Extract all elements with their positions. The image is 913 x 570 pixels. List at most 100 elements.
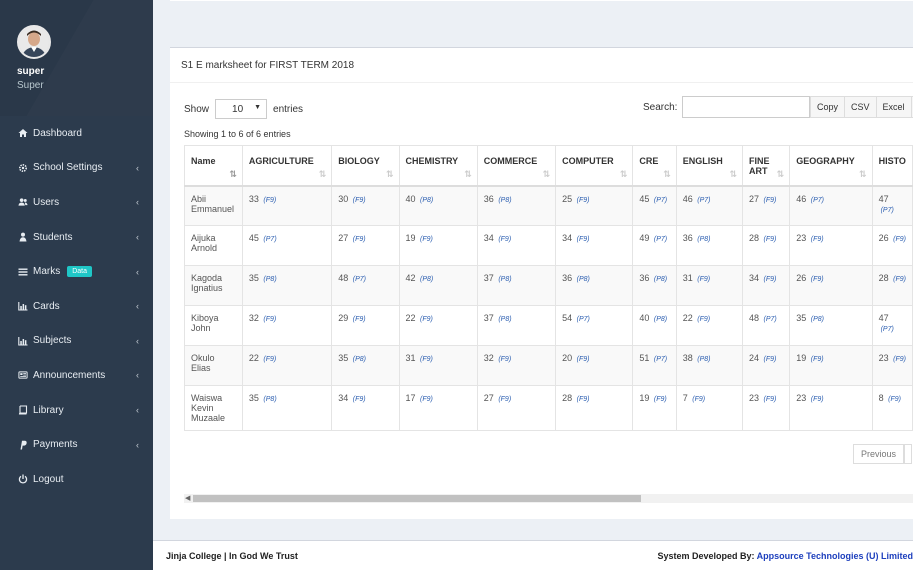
table-info: Showing 1 to 6 of 6 entries	[184, 129, 291, 139]
column-header-label: BIOLOGY	[338, 156, 380, 166]
search-input[interactable]	[682, 96, 811, 118]
mark-grade: (P7)	[576, 316, 590, 323]
mark-grade: (F9)	[763, 196, 777, 204]
sidebar-item-logout[interactable]: Logout	[0, 462, 153, 497]
table-body: Abii Emmanuel 33 (F9) 30 (F9) 40 (P8) 36 (P8…	[184, 185, 913, 431]
top-strip	[153, 0, 913, 20]
mark-score: 24	[748, 353, 759, 363]
column-header-commerce[interactable]: COMMERCE ⇅	[476, 145, 557, 186]
mark-score: 35	[248, 393, 259, 403]
sort-icon: ⇅	[859, 168, 867, 179]
mark-grade: (F9)	[810, 356, 824, 363]
csv-button[interactable]: CSV	[844, 96, 877, 118]
mark-cell: 23 (F9)	[789, 385, 873, 431]
sidebar-item-label: Announcements	[33, 369, 106, 381]
sidebar-item-label: Library	[33, 404, 64, 416]
mark-cell: 37 (P8)	[476, 265, 557, 306]
column-header-english[interactable]: ENGLISH ⇅	[675, 145, 743, 186]
mark-score: 32	[248, 313, 259, 323]
column-header-cre[interactable]: CRE ⇅	[632, 145, 677, 186]
sidebar-item-cards[interactable]: Cards ‹	[0, 289, 153, 324]
mark-score: 28	[748, 233, 759, 243]
horizontal-scrollbar[interactable]: ◀	[184, 494, 913, 503]
mark-grade: (P8)	[697, 236, 711, 243]
mark-cell: 28 (F9)	[555, 385, 634, 431]
chevron-left-icon: ‹	[136, 232, 139, 243]
sort-icon: ⇅	[619, 168, 628, 179]
mark-score: 51	[639, 353, 650, 363]
mark-cell: 22 (F9)	[675, 305, 743, 346]
footer-credit-prefix: System Developed By:	[657, 550, 757, 561]
mark-grade: (F9)	[420, 316, 433, 323]
table-row: Kiboya John 32 (F9) 29 (F9) 22 (F9) 37 (P8) 5…	[184, 305, 913, 346]
mark-score: 42	[405, 273, 416, 283]
column-header-biology[interactable]: BIOLOGY ⇅	[331, 145, 400, 186]
student-name: Abii Emmanuel	[184, 185, 243, 226]
column-header-chemistry[interactable]: CHEMISTRY ⇅	[398, 145, 478, 186]
copy-button[interactable]: Copy	[810, 96, 846, 118]
column-header-histo[interactable]: HISTO	[871, 145, 913, 186]
student-icon	[18, 232, 28, 242]
sidebar-item-label: Users	[33, 196, 60, 208]
column-header-computer[interactable]: COMPUTER ⇅	[555, 145, 634, 186]
mark-score: 30	[338, 193, 349, 204]
next-button-partial[interactable]	[904, 444, 913, 464]
mark-score: 36	[562, 273, 573, 283]
footer-company-link[interactable]: Appsource Technologies (U) Limited	[757, 551, 913, 561]
mark-grade: (P8)	[653, 276, 668, 283]
column-header-fine-art[interactable]: FINE ART ⇅	[741, 145, 791, 186]
user-panel: super Super	[0, 0, 153, 116]
user-name: super	[17, 66, 45, 77]
mark-cell: 34 (F9)	[331, 385, 400, 431]
sidebar-item-school-settings[interactable]: School Settings ‹	[0, 151, 153, 186]
previous-button[interactable]: Previous	[853, 444, 905, 464]
scroll-left-icon[interactable]: ◀	[185, 494, 190, 502]
sort-icon: ⇅	[729, 168, 737, 179]
mark-cell: 31 (F9)	[398, 345, 478, 386]
sidebar-item-users[interactable]: Users ‹	[0, 185, 153, 220]
sidebar-item-subjects[interactable]: Subjects ‹	[0, 324, 153, 359]
mark-cell: 26 (F9)	[871, 225, 913, 266]
mark-grade: (F9)	[576, 396, 590, 403]
column-header-name[interactable]: Name ⇅	[184, 145, 243, 186]
mark-grade: (P8)	[498, 276, 512, 283]
entries-select[interactable]: 10 ▼	[215, 99, 268, 119]
column-header-geography[interactable]: GEOGRAPHY ⇅	[789, 145, 873, 186]
sidebar-item-label: Subjects	[33, 335, 72, 347]
mark-grade: (P8)	[420, 276, 434, 283]
sidebar-item-announcements[interactable]: Announcements ‹	[0, 358, 153, 393]
caret-down-icon: ▼	[254, 104, 262, 111]
mark-grade: (F9)	[763, 236, 777, 243]
mark-cell: 28 (F9)	[741, 225, 791, 266]
chevron-left-icon: ‹	[136, 301, 139, 312]
mark-cell: 29 (F9)	[331, 305, 400, 346]
mark-score: 45	[639, 193, 650, 204]
sidebar-item-payments[interactable]: Payments ‹	[0, 427, 153, 462]
mark-score: 23	[878, 353, 889, 363]
student-name: Okulo Elias	[184, 345, 243, 386]
scrollbar-thumb[interactable]	[193, 495, 641, 502]
mark-grade: (F9)	[893, 236, 906, 243]
excel-button[interactable]: Excel	[875, 96, 912, 118]
mark-score: 31	[405, 353, 416, 363]
sidebar-item-library[interactable]: Library ‹	[0, 393, 153, 428]
entries-label: entries	[273, 103, 304, 115]
pagination: Previous	[853, 444, 913, 464]
mark-cell: 37 (P8)	[476, 305, 557, 346]
sidebar-item-marks[interactable]: Marks Data ‹	[0, 254, 153, 289]
sidebar: super Super Dashboard School Settings ‹ Use…	[0, 0, 153, 570]
footer-school: Jinja College | In God We Trust	[166, 550, 298, 561]
mark-cell: 42 (P8)	[398, 265, 478, 306]
column-header-agriculture[interactable]: AGRICULTURE ⇅	[241, 145, 333, 186]
student-name: Waiswa Kevin Muzaale	[184, 385, 243, 431]
mark-cell: 19 (F9)	[398, 225, 478, 266]
mark-cell: 32 (F9)	[476, 345, 557, 386]
mark-grade: (F9)	[653, 396, 667, 403]
sidebar-item-dashboard[interactable]: Dashboard	[0, 116, 153, 151]
mark-grade: (F9)	[420, 236, 433, 243]
sidebar-item-students[interactable]: Students ‹	[0, 220, 153, 255]
mark-cell: 27 (F9)	[741, 185, 791, 226]
mark-grade: (F9)	[576, 356, 590, 363]
mark-cell: 26 (F9)	[789, 265, 873, 306]
column-header-label: GEOGRAPHY	[796, 156, 855, 166]
